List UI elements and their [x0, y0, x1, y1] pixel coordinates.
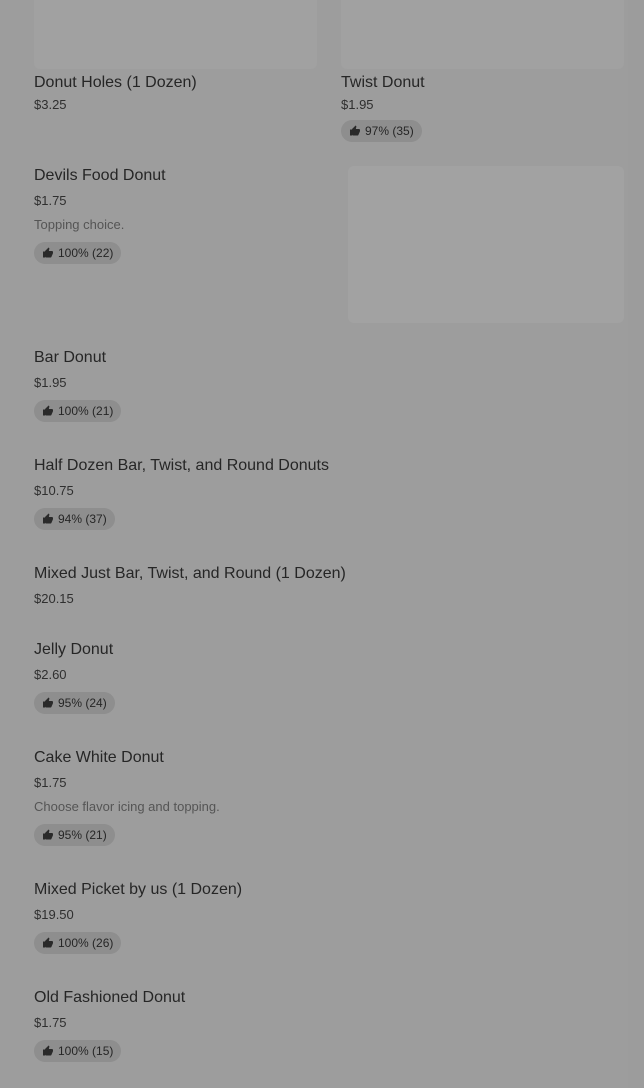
- item-title: Twist Donut: [341, 73, 624, 93]
- rating-text: 95% (21): [58, 828, 107, 842]
- rating-text: 100% (26): [58, 936, 113, 950]
- item-title: Bar Donut: [34, 348, 624, 368]
- thumbs-up-icon: [42, 829, 54, 841]
- menu-item-jelly-donut[interactable]: Jelly Donut $2.60 95% (24): [34, 640, 624, 714]
- rating-text: 97% (35): [365, 124, 414, 138]
- item-image: [34, 0, 317, 69]
- rating-text: 100% (21): [58, 404, 113, 418]
- menu-item-bar-donut[interactable]: Bar Donut $1.95 100% (21): [34, 348, 624, 422]
- rating-text: 94% (37): [58, 512, 107, 526]
- item-title: Devils Food Donut: [34, 166, 624, 186]
- menu-card-donut-holes[interactable]: Donut Holes (1 Dozen) $3.25: [34, 0, 317, 114]
- rating-badge: 100% (21): [34, 400, 121, 422]
- thumbs-up-icon: [42, 513, 54, 525]
- top-grid: Donut Holes (1 Dozen) $3.25 Twist Donut …: [34, 0, 624, 150]
- item-price: $20.15: [34, 590, 624, 608]
- item-title: Mixed Just Bar, Twist, and Round (1 Doze…: [34, 564, 624, 584]
- menu-card-twist-donut[interactable]: Twist Donut $1.95 97% (35): [341, 0, 624, 142]
- menu-item-cake-white-donut[interactable]: Cake White Donut $1.75 Choose flavor ici…: [34, 748, 624, 846]
- item-price: $2.60: [34, 666, 624, 684]
- menu-item-mixed-just-bar-twist-round[interactable]: Mixed Just Bar, Twist, and Round (1 Doze…: [34, 564, 624, 608]
- rating-text: 100% (15): [58, 1044, 113, 1058]
- rating-badge: 95% (21): [34, 824, 115, 846]
- item-price: $1.75: [34, 192, 624, 210]
- item-title: Cake White Donut: [34, 748, 624, 768]
- item-title: Donut Holes (1 Dozen): [34, 73, 317, 93]
- rating-badge: 100% (15): [34, 1040, 121, 1062]
- thumbs-up-icon: [42, 247, 54, 259]
- menu-item-old-fashioned-donut[interactable]: Old Fashioned Donut $1.75 100% (15): [34, 988, 624, 1062]
- rating-badge: 97% (35): [341, 120, 422, 142]
- item-description: Topping choice.: [34, 216, 624, 234]
- rating-text: 100% (22): [58, 246, 113, 260]
- rating-badge: 100% (22): [34, 242, 121, 264]
- item-title: Jelly Donut: [34, 640, 624, 660]
- thumbs-up-icon: [42, 1045, 54, 1057]
- menu-item-devils-food-donut[interactable]: Devils Food Donut $1.75 Topping choice. …: [34, 166, 624, 264]
- item-image: [341, 0, 624, 69]
- thumbs-up-icon: [42, 937, 54, 949]
- item-title: Half Dozen Bar, Twist, and Round Donuts: [34, 456, 624, 476]
- menu-item-half-dozen-bar-twist-round[interactable]: Half Dozen Bar, Twist, and Round Donuts …: [34, 456, 624, 530]
- rating-text: 95% (24): [58, 696, 107, 710]
- item-price: $1.95: [341, 96, 624, 114]
- rating-badge: 100% (26): [34, 932, 121, 954]
- item-title: Mixed Picket by us (1 Dozen): [34, 880, 624, 900]
- item-title: Old Fashioned Donut: [34, 988, 624, 1008]
- item-price: $19.50: [34, 906, 624, 924]
- item-price: $1.75: [34, 774, 624, 792]
- item-description: Choose flavor icing and topping.: [34, 798, 624, 816]
- item-price: $10.75: [34, 482, 624, 500]
- item-price: $1.75: [34, 1014, 624, 1032]
- thumbs-up-icon: [42, 697, 54, 709]
- rating-badge: 95% (24): [34, 692, 115, 714]
- thumbs-up-icon: [42, 405, 54, 417]
- rating-badge: 94% (37): [34, 508, 115, 530]
- menu-item-mixed-picket-by-us[interactable]: Mixed Picket by us (1 Dozen) $19.50 100%…: [34, 880, 624, 954]
- item-price: $3.25: [34, 96, 317, 114]
- thumbs-up-icon: [349, 125, 361, 137]
- item-price: $1.95: [34, 374, 624, 392]
- page-edge-shadow: [628, 0, 644, 1088]
